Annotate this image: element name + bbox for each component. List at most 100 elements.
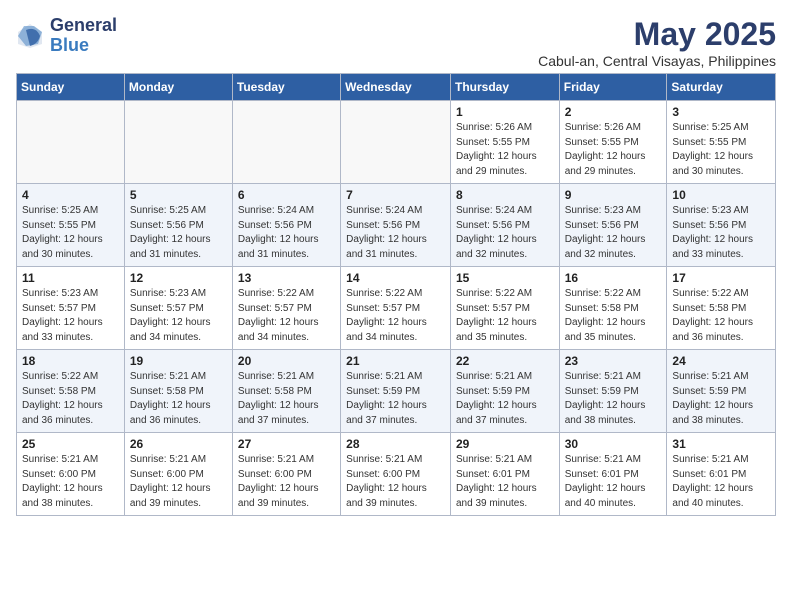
calendar-cell: 23Sunrise: 5:21 AM Sunset: 5:59 PM Dayli… — [559, 350, 667, 433]
day-number: 17 — [672, 271, 770, 285]
location-subtitle: Cabul-an, Central Visayas, Philippines — [538, 53, 776, 69]
day-info: Sunrise: 5:23 AM Sunset: 5:57 PM Dayligh… — [22, 287, 119, 345]
day-number: 13 — [238, 271, 335, 285]
calendar-cell: 17Sunrise: 5:22 AM Sunset: 5:58 PM Dayli… — [667, 267, 776, 350]
day-number: 10 — [672, 188, 770, 202]
calendar-cell: 22 Sunrise: 5:21 AM Sunset: 5:59 PM Dayli… — [450, 350, 559, 433]
day-info: Sunrise: 5:26 AM Sunset: 5:55 PM Dayligh… — [456, 121, 554, 179]
calendar-cell: 1Sunrise: 5:26 AM Sunset: 5:55 PM Daylig… — [450, 101, 559, 184]
day-info: Sunrise: 5:23 AM Sunset: 5:56 PM Dayligh… — [672, 204, 770, 262]
calendar-cell — [341, 101, 451, 184]
month-year-title: May 2025 — [538, 16, 776, 53]
day-number: 7 — [346, 188, 445, 202]
logo: General Blue — [16, 16, 117, 56]
calendar-cell: 24Sunrise: 5:21 AM Sunset: 5:59 PM Dayli… — [667, 350, 776, 433]
calendar-cell: 4 Sunrise: 5:25 AM Sunset: 5:55 PM Daylig… — [17, 184, 125, 267]
calendar-cell: 30Sunrise: 5:21 AM Sunset: 6:01 PM Dayli… — [559, 433, 667, 516]
day-info: Sunrise: 5:24 AM Sunset: 5:56 PM Dayligh… — [238, 204, 335, 262]
day-info: Sunrise: 5:21 AM Sunset: 6:00 PM Dayligh… — [346, 453, 445, 511]
calendar-cell — [124, 101, 232, 184]
calendar-cell: 26 Sunrise: 5:21 AM Sunset: 6:00 PM Dayli… — [124, 433, 232, 516]
weekday-header-monday: Monday — [124, 74, 232, 101]
calendar-cell: 20 Sunrise: 5:21 AM Sunset: 5:58 PM Dayli… — [232, 350, 340, 433]
page-header: General Blue May 2025 Cabul-an, Central … — [16, 16, 776, 69]
week-row-4: 18 Sunrise: 5:22 AM Sunset: 5:58 PM Dayli… — [17, 350, 776, 433]
calendar-cell: 15Sunrise: 5:22 AM Sunset: 5:57 PM Dayli… — [450, 267, 559, 350]
calendar-cell: 16Sunrise: 5:22 AM Sunset: 5:58 PM Dayli… — [559, 267, 667, 350]
calendar-cell: 9 Sunrise: 5:23 AM Sunset: 5:56 PM Daylig… — [559, 184, 667, 267]
day-number: 9 — [565, 188, 662, 202]
weekday-header-sunday: Sunday — [17, 74, 125, 101]
weekday-header-saturday: Saturday — [667, 74, 776, 101]
calendar-cell: 19 Sunrise: 5:21 AM Sunset: 5:58 PM Dayli… — [124, 350, 232, 433]
calendar-cell: 25 Sunrise: 5:21 AM Sunset: 6:00 PM Dayli… — [17, 433, 125, 516]
calendar-cell: 6 Sunrise: 5:24 AM Sunset: 5:56 PM Daylig… — [232, 184, 340, 267]
logo-text: General Blue — [50, 16, 117, 56]
day-number: 20 — [238, 354, 335, 368]
logo-icon — [16, 22, 44, 50]
day-number: 5 — [130, 188, 227, 202]
calendar-cell: 8 Sunrise: 5:24 AM Sunset: 5:56 PM Daylig… — [450, 184, 559, 267]
day-number: 8 — [456, 188, 554, 202]
weekday-header-thursday: Thursday — [450, 74, 559, 101]
day-info: Sunrise: 5:22 AM Sunset: 5:57 PM Dayligh… — [346, 287, 445, 345]
day-info: Sunrise: 5:21 AM Sunset: 5:59 PM Dayligh… — [672, 370, 770, 428]
calendar-cell — [232, 101, 340, 184]
day-info: Sunrise: 5:21 AM Sunset: 6:00 PM Dayligh… — [22, 453, 119, 511]
day-number: 4 — [22, 188, 119, 202]
day-info: Sunrise: 5:25 AM Sunset: 5:55 PM Dayligh… — [672, 121, 770, 179]
day-info: Sunrise: 5:21 AM Sunset: 5:59 PM Dayligh… — [565, 370, 662, 428]
calendar-cell: 21Sunrise: 5:21 AM Sunset: 5:59 PM Dayli… — [341, 350, 451, 433]
weekday-header-tuesday: Tuesday — [232, 74, 340, 101]
day-number: 14 — [346, 271, 445, 285]
calendar-cell: 11 Sunrise: 5:23 AM Sunset: 5:57 PM Dayli… — [17, 267, 125, 350]
day-number: 28 — [346, 437, 445, 451]
day-number: 11 — [22, 271, 119, 285]
day-info: Sunrise: 5:21 AM Sunset: 5:59 PM Dayligh… — [456, 370, 554, 428]
day-info: Sunrise: 5:26 AM Sunset: 5:55 PM Dayligh… — [565, 121, 662, 179]
calendar-cell: 3 Sunrise: 5:25 AM Sunset: 5:55 PM Daylig… — [667, 101, 776, 184]
day-info: Sunrise: 5:21 AM Sunset: 6:01 PM Dayligh… — [672, 453, 770, 511]
day-number: 18 — [22, 354, 119, 368]
calendar-cell: 18 Sunrise: 5:22 AM Sunset: 5:58 PM Dayli… — [17, 350, 125, 433]
day-number: 22 — [456, 354, 554, 368]
day-number: 3 — [672, 105, 770, 119]
day-number: 30 — [565, 437, 662, 451]
week-row-1: 1Sunrise: 5:26 AM Sunset: 5:55 PM Daylig… — [17, 101, 776, 184]
day-info: Sunrise: 5:21 AM Sunset: 5:59 PM Dayligh… — [346, 370, 445, 428]
day-number: 27 — [238, 437, 335, 451]
calendar-cell: 13Sunrise: 5:22 AM Sunset: 5:57 PM Dayli… — [232, 267, 340, 350]
day-number: 25 — [22, 437, 119, 451]
calendar-cell: 10 Sunrise: 5:23 AM Sunset: 5:56 PM Dayli… — [667, 184, 776, 267]
day-number: 26 — [130, 437, 227, 451]
weekday-header-row: SundayMondayTuesdayWednesdayThursdayFrid… — [17, 74, 776, 101]
calendar-cell: 27Sunrise: 5:21 AM Sunset: 6:00 PM Dayli… — [232, 433, 340, 516]
day-info: Sunrise: 5:25 AM Sunset: 5:56 PM Dayligh… — [130, 204, 227, 262]
title-block: May 2025 Cabul-an, Central Visayas, Phil… — [538, 16, 776, 69]
calendar-cell: 14 Sunrise: 5:22 AM Sunset: 5:57 PM Dayli… — [341, 267, 451, 350]
day-number: 15 — [456, 271, 554, 285]
day-info: Sunrise: 5:21 AM Sunset: 6:00 PM Dayligh… — [130, 453, 227, 511]
day-number: 29 — [456, 437, 554, 451]
calendar-cell: 28 Sunrise: 5:21 AM Sunset: 6:00 PM Dayli… — [341, 433, 451, 516]
day-info: Sunrise: 5:24 AM Sunset: 5:56 PM Dayligh… — [346, 204, 445, 262]
day-number: 2 — [565, 105, 662, 119]
day-info: Sunrise: 5:22 AM Sunset: 5:58 PM Dayligh… — [22, 370, 119, 428]
day-info: Sunrise: 5:25 AM Sunset: 5:55 PM Dayligh… — [22, 204, 119, 262]
day-info: Sunrise: 5:21 AM Sunset: 6:01 PM Dayligh… — [456, 453, 554, 511]
day-info: Sunrise: 5:23 AM Sunset: 5:57 PM Dayligh… — [130, 287, 227, 345]
day-number: 19 — [130, 354, 227, 368]
week-row-3: 11 Sunrise: 5:23 AM Sunset: 5:57 PM Dayli… — [17, 267, 776, 350]
calendar-cell: 29 Sunrise: 5:21 AM Sunset: 6:01 PM Dayli… — [450, 433, 559, 516]
weekday-header-wednesday: Wednesday — [341, 74, 451, 101]
week-row-2: 4 Sunrise: 5:25 AM Sunset: 5:55 PM Daylig… — [17, 184, 776, 267]
day-number: 6 — [238, 188, 335, 202]
day-info: Sunrise: 5:24 AM Sunset: 5:56 PM Dayligh… — [456, 204, 554, 262]
day-number: 16 — [565, 271, 662, 285]
day-info: Sunrise: 5:21 AM Sunset: 5:58 PM Dayligh… — [130, 370, 227, 428]
calendar-table: SundayMondayTuesdayWednesdayThursdayFrid… — [16, 73, 776, 516]
weekday-header-friday: Friday — [559, 74, 667, 101]
day-info: Sunrise: 5:21 AM Sunset: 5:58 PM Dayligh… — [238, 370, 335, 428]
day-info: Sunrise: 5:23 AM Sunset: 5:56 PM Dayligh… — [565, 204, 662, 262]
calendar-cell: 5 Sunrise: 5:25 AM Sunset: 5:56 PM Daylig… — [124, 184, 232, 267]
